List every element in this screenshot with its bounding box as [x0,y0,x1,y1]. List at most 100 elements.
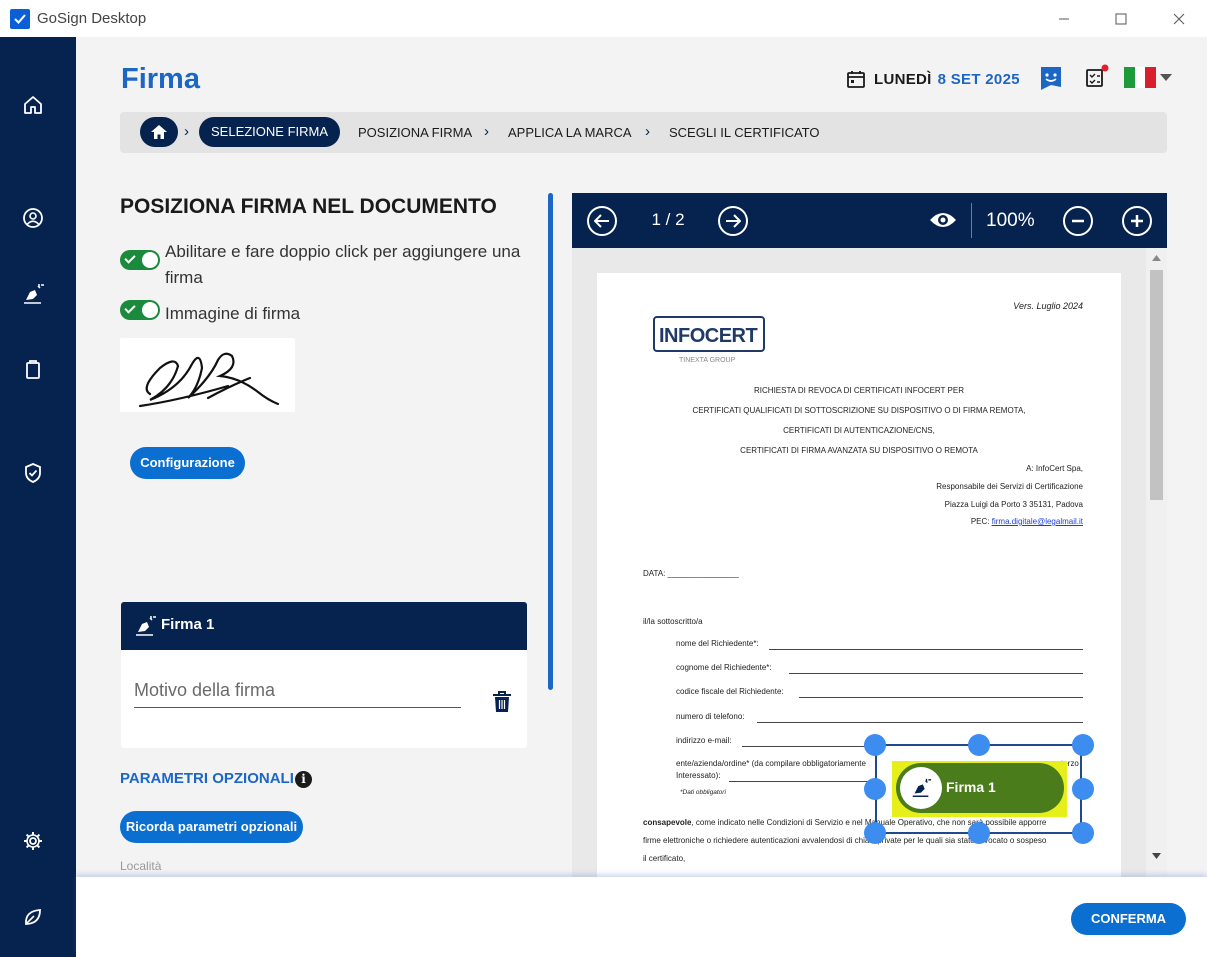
breadcrumb-home[interactable] [140,117,178,147]
check-icon [124,252,136,264]
user-profile-icon[interactable] [19,204,47,232]
scroll-down-icon[interactable] [1152,853,1161,859]
maximize-button[interactable] [1109,8,1133,30]
plus-icon [1131,215,1143,227]
page-title: Firma [121,63,200,95]
minimize-button[interactable] [1052,8,1076,30]
remember-optional-params-button[interactable]: Ricorda parametri opzionali [120,811,303,843]
doc-subscriber: il/la sottoscritto/a [643,617,703,626]
chevron-right-icon: › [334,123,339,140]
viewer-toolbar: 1 / 2 100% [572,193,1167,248]
resize-handle-bottom-right[interactable] [1072,822,1094,844]
double-click-label: Abilitare e fare doppio click per aggiun… [165,242,521,261]
confirm-button[interactable]: CONFERMA [1071,903,1186,935]
signature-image-label: Immagine di firma [165,304,301,323]
zoom-in-button[interactable] [1122,206,1152,236]
resize-handle-bottom[interactable] [968,822,990,844]
signature-card-header: Firma 1 [121,602,527,650]
signature-field[interactable]: Firma 1 [896,763,1064,813]
left-panel-scrollbar[interactable] [548,193,553,690]
window-title: GoSign Desktop [37,10,147,27]
doc-version: Vers. Luglio 2024 [1013,301,1083,311]
toggle-knob [142,302,158,318]
previous-page-button[interactable] [587,206,617,236]
chevron-right-icon: › [645,123,650,140]
resize-handle-top-right[interactable] [1072,734,1094,756]
italian-flag-icon [1124,67,1157,88]
pec-link[interactable]: firma.digitale@legalmail.it [992,517,1083,526]
app-window: GoSign Desktop Firma LUNEDÌ 8 SET 2025 ›… [0,0,1207,957]
breadcrumb-applica-marca[interactable]: APPLICA LA MARCA [508,125,632,140]
date-display: LUNEDÌ 8 SET 2025 [846,67,1020,91]
resize-handle-bottom-left[interactable] [864,822,886,844]
doc-paragraph-line: il certificato, [643,854,686,863]
doc-field-label: indirizzo e-mail: [676,736,732,745]
feedback-smiley-icon[interactable] [1039,65,1063,98]
resize-handle-left[interactable] [864,778,886,800]
shield-check-icon[interactable] [19,459,47,487]
doc-date-field: DATA: ________________ [643,569,739,578]
logo-subtitle: TINEXTA GROUP [679,357,736,364]
doc-heading-line: CERTIFICATI DI FIRMA AVANZATA SU DISPOSI… [740,446,978,455]
doc-bold-word: consapevole [643,818,692,827]
doc-field-line [729,781,872,782]
signature-card-title: Firma 1 [161,616,215,633]
doc-field-line [742,746,872,747]
minus-icon [1072,219,1084,223]
arrow-right-icon [726,214,741,228]
chevron-down-icon [1160,73,1172,81]
breadcrumb-scegli-certificato[interactable]: SCEGLI IL CERTIFICATO [669,125,820,140]
pec-label: PEC: [970,517,990,526]
check-icon [124,302,136,314]
doc-pec: PEC: firma.digitale@legalmail.it [971,517,1083,526]
toggle-knob [142,252,158,268]
optional-params-title: PARAMETRI OPZIONALI [120,770,294,787]
resize-handle-top[interactable] [968,734,990,756]
chevron-right-icon: › [184,123,189,140]
settings-gear-icon[interactable] [19,827,47,855]
signature-pen-icon [900,767,942,809]
doc-field-line [799,697,1083,698]
chevron-right-icon: › [484,123,489,140]
close-button[interactable] [1167,8,1191,30]
arrow-left-icon [594,214,609,228]
language-selector[interactable] [1124,67,1172,88]
doc-field-label: cognome del Richiedente*: [676,663,772,672]
signature-card-body: Motivo della firma [121,650,527,748]
clipboard-icon[interactable] [19,355,47,383]
signature-image-preview [120,338,295,412]
trash-icon[interactable] [491,690,513,719]
home-icon[interactable] [19,91,47,119]
double-click-toggle[interactable] [120,250,160,270]
info-icon[interactable]: i [295,771,312,788]
next-page-button[interactable] [718,206,748,236]
scroll-up-icon[interactable] [1152,255,1161,261]
resize-handle-right[interactable] [1072,778,1094,800]
preview-eye-icon[interactable] [929,210,957,235]
doc-address-line: A: InfoCert Spa, [1026,464,1083,473]
home-icon [151,125,167,139]
doc-heading-line: CERTIFICATI DI AUTENTICAZIONE/CNS, [783,426,935,435]
doc-required-note: *Dati obbligatori [680,789,726,796]
doc-field-label: numero di telefono: [676,712,745,721]
leaf-icon[interactable] [19,903,47,931]
zoom-out-button[interactable] [1063,206,1093,236]
tasks-notification-icon[interactable] [1084,64,1110,95]
signature-image-toggle[interactable] [120,300,160,320]
doc-field-line [769,649,1083,650]
resize-handle-top-left[interactable] [864,734,886,756]
doc-field-label: codice fiscale del Richiedente: [676,687,784,696]
breadcrumb-posiziona-firma[interactable]: POSIZIONA FIRMA [358,125,472,140]
viewer-scroll-thumb[interactable] [1150,270,1163,500]
sidebar [0,37,76,957]
signature-pen-icon[interactable] [19,280,47,308]
viewer-scrollbar[interactable] [1146,248,1167,877]
doc-field-line [789,673,1083,674]
breadcrumb-selezione-firma[interactable]: SELEZIONE FIRMA [199,117,341,147]
section-title: POSIZIONA FIRMA NEL DOCUMENTO [120,195,497,218]
doc-heading-line: RICHIESTA DI REVOCA DI CERTIFICATI INFOC… [754,386,964,395]
zoom-level: 100% [986,210,1035,231]
location-field-label: Località [120,859,162,873]
configuration-button[interactable]: Configurazione [130,447,245,479]
signature-reason-input[interactable]: Motivo della firma [134,680,461,708]
